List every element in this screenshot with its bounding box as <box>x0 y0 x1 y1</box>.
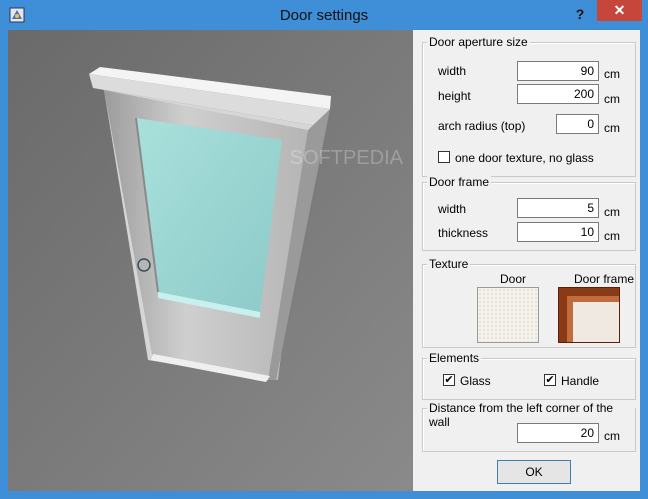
distance-group: Distance from the left corner of the wal… <box>422 401 636 452</box>
window-title: Door settings <box>279 7 369 24</box>
aperture-group: Door aperture size width 90 cm height 20… <box>422 35 636 177</box>
aperture-height-label: height <box>438 89 471 103</box>
glass-checkbox[interactable]: ✔ <box>443 374 455 386</box>
door-render: SOFTPEDIA <box>8 30 413 491</box>
distance-unit: cm <box>604 429 620 443</box>
frame-thickness-input[interactable]: 10 <box>517 222 599 242</box>
aperture-width-unit: cm <box>604 67 620 81</box>
close-button[interactable]: ✕ <box>597 0 642 21</box>
watermark: SOFTPEDIA <box>290 147 404 169</box>
frame-thickness-label: thickness <box>438 226 489 240</box>
door-texture-swatch[interactable] <box>477 287 539 343</box>
door-handle <box>137 258 151 272</box>
dialog-client: SOFTPEDIA Door aperture size width 90 cm… <box>8 30 640 491</box>
elements-legend: Elements <box>427 351 482 365</box>
door-3d-preview[interactable]: SOFTPEDIA <box>8 30 413 491</box>
glass-label[interactable]: Glass <box>460 374 491 388</box>
door-texture-label: Door <box>500 272 527 286</box>
texture-group: Texture Door Door frame <box>422 257 636 348</box>
aperture-height-input[interactable]: 200 <box>517 84 599 104</box>
arch-radius-unit: cm <box>604 121 620 135</box>
arch-radius-input[interactable]: 0 <box>556 114 599 134</box>
frame-width-input[interactable]: 5 <box>517 198 599 218</box>
frame-group: Door frame width 5 cm thickness 10 cm <box>422 175 636 251</box>
frame-legend: Door frame <box>427 175 492 189</box>
elements-group: Elements ✔ Glass ✔ Handle <box>422 351 636 400</box>
aperture-width-input[interactable]: 90 <box>517 61 599 81</box>
frame-texture-label: Door frame <box>574 272 635 286</box>
glass-pane <box>136 118 282 312</box>
handle-label[interactable]: Handle <box>561 374 599 388</box>
one-texture-label[interactable]: one door texture, no glass <box>455 151 594 165</box>
aperture-width-label: width <box>438 64 467 78</box>
texture-legend: Texture <box>427 257 471 271</box>
frame-thickness-unit: cm <box>604 229 620 243</box>
help-button[interactable]: ? <box>566 4 594 24</box>
frame-width-unit: cm <box>604 205 620 219</box>
arch-radius-label: arch radius (top) <box>438 119 526 133</box>
ok-button[interactable]: OK <box>497 460 571 484</box>
door-settings-window: Door settings ? ✕ SOFTPEDIA Door apertur… <box>0 0 648 499</box>
aperture-height-unit: cm <box>604 92 620 106</box>
one-texture-checkbox[interactable] <box>438 151 450 163</box>
title-bar[interactable]: Door settings ? ✕ <box>0 0 648 30</box>
aperture-legend: Door aperture size <box>427 35 530 49</box>
distance-input[interactable]: 20 <box>517 423 599 443</box>
frame-texture-swatch[interactable] <box>558 287 620 343</box>
settings-panel: Door aperture size width 90 cm height 20… <box>413 30 640 491</box>
handle-checkbox[interactable]: ✔ <box>544 374 556 386</box>
frame-width-label: width <box>438 202 467 216</box>
